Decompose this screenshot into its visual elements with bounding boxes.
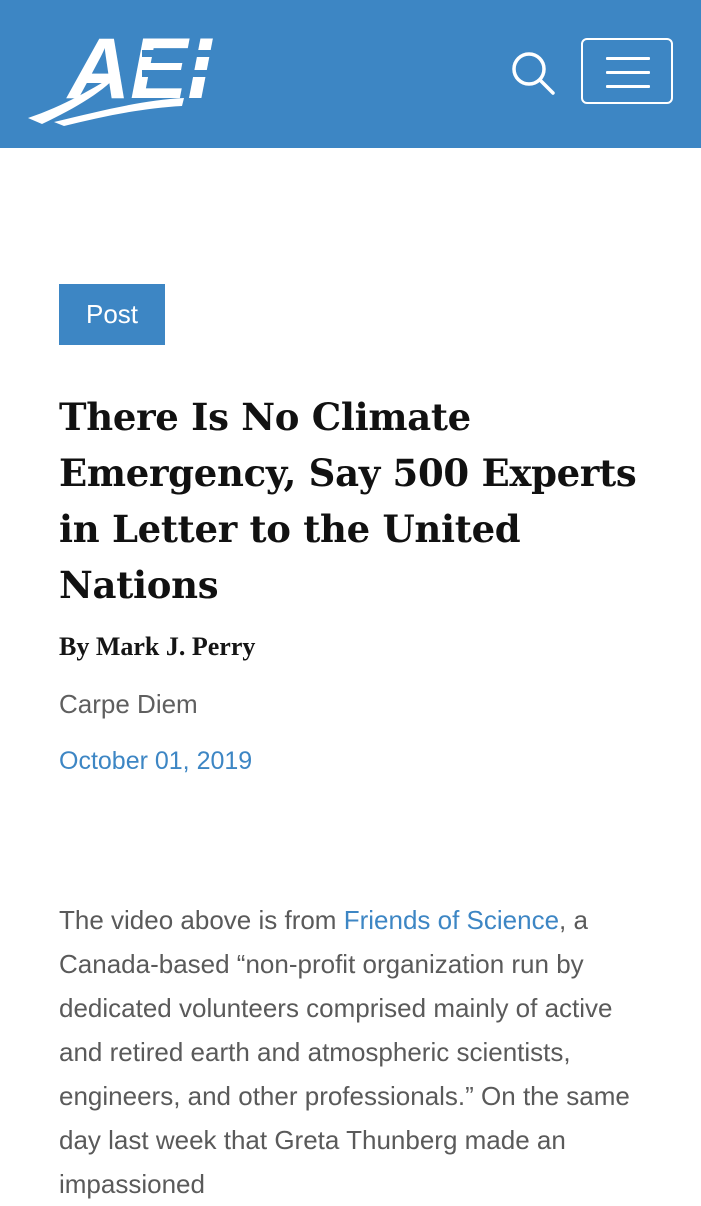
aei-logo[interactable]: AEI — [24, 14, 242, 126]
site-header: AEI — [0, 0, 701, 148]
menu-button[interactable] — [581, 38, 673, 104]
article-body: The video above is from Friends of Scien… — [59, 898, 659, 1206]
logo-text: AEI — [66, 21, 213, 117]
article-title: There Is No Climate Emergency, Say 500 E… — [59, 395, 637, 607]
publish-date: October 01, 2019 — [59, 747, 253, 775]
friends-of-science-link[interactable]: Friends of Science — [344, 905, 559, 935]
search-button[interactable] — [506, 48, 558, 98]
blog-name[interactable]: Carpe Diem — [59, 686, 198, 722]
body-text-lead: The video above is from — [59, 905, 344, 935]
article-byline[interactable]: By Mark J. Perry — [59, 629, 255, 665]
content-type-badge[interactable]: Post — [59, 284, 165, 345]
body-text-rest: , a Canada-based “non-profit organizatio… — [59, 905, 630, 1199]
search-icon — [512, 52, 555, 95]
